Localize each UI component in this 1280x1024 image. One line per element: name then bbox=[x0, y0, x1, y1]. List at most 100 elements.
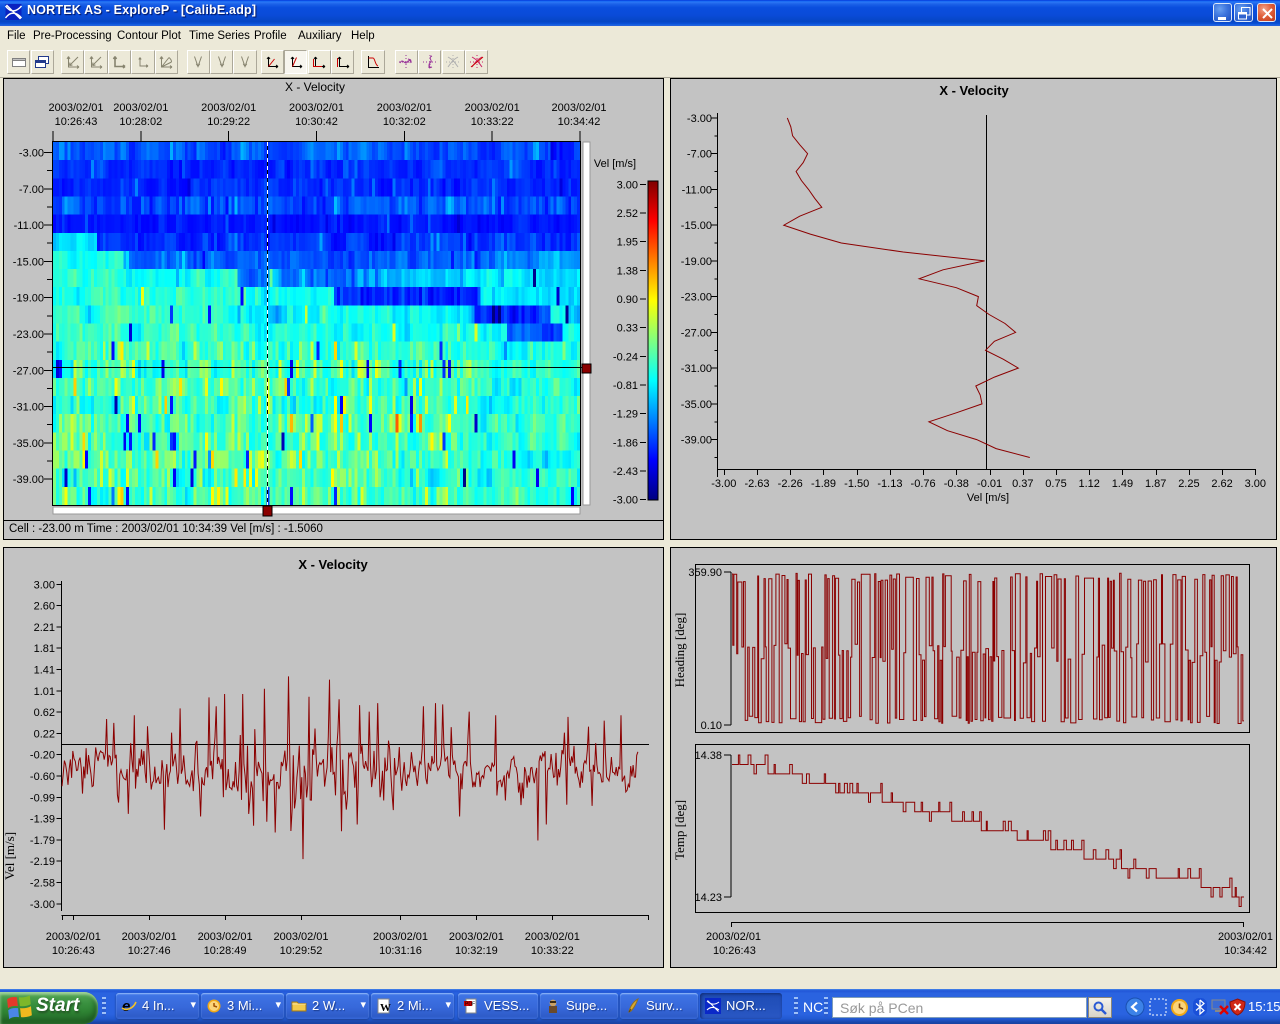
svg-text:-1.50: -1.50 bbox=[844, 478, 869, 490]
svg-text:-31.00: -31.00 bbox=[681, 363, 712, 375]
svg-text:-3.00: -3.00 bbox=[687, 113, 712, 125]
svg-text:2.25: 2.25 bbox=[1178, 478, 1199, 490]
svg-text:2003/02/01: 2003/02/01 bbox=[122, 931, 177, 943]
svg-text:1.81: 1.81 bbox=[34, 643, 55, 655]
svg-text:-0.38: -0.38 bbox=[944, 478, 969, 490]
svg-text:14.23: 14.23 bbox=[694, 892, 722, 904]
svg-text:X - Velocity: X - Velocity bbox=[939, 83, 1009, 98]
svg-text:2003/02/01: 2003/02/01 bbox=[201, 102, 256, 114]
svg-text:10:34:42: 10:34:42 bbox=[1224, 945, 1267, 957]
svg-text:2.62: 2.62 bbox=[1211, 478, 1232, 490]
svg-text:2.21: 2.21 bbox=[34, 622, 55, 634]
svg-text:0.33: 0.33 bbox=[617, 323, 638, 335]
svg-text:-19.00: -19.00 bbox=[13, 293, 44, 305]
svg-text:2003/02/01: 2003/02/01 bbox=[551, 102, 606, 114]
svg-text:10:26:43: 10:26:43 bbox=[52, 945, 95, 957]
svg-text:-0.60: -0.60 bbox=[30, 771, 55, 783]
svg-text:-3.00: -3.00 bbox=[30, 899, 55, 911]
svg-text:2003/02/01: 2003/02/01 bbox=[449, 931, 504, 943]
svg-text:-0.20: -0.20 bbox=[30, 750, 55, 762]
svg-text:-7.00: -7.00 bbox=[687, 149, 712, 161]
svg-text:10:32:02: 10:32:02 bbox=[383, 116, 426, 128]
svg-text:-11.00: -11.00 bbox=[14, 220, 44, 232]
svg-text:Vel [m/s]: Vel [m/s] bbox=[594, 158, 636, 170]
svg-text:-39.00: -39.00 bbox=[681, 435, 712, 447]
svg-text:Vel [m/s]: Vel [m/s] bbox=[967, 492, 1009, 504]
svg-text:Vel [m/s]: Vel [m/s] bbox=[2, 832, 17, 880]
svg-text:10:29:52: 10:29:52 bbox=[280, 945, 323, 957]
svg-text:-0.01: -0.01 bbox=[977, 478, 1002, 490]
svg-text:1.87: 1.87 bbox=[1145, 478, 1166, 490]
svg-text:e: e bbox=[122, 998, 130, 1014]
svg-text:-2.26: -2.26 bbox=[778, 478, 803, 490]
svg-text:-19.00: -19.00 bbox=[681, 256, 712, 268]
svg-text:10:28:02: 10:28:02 bbox=[119, 116, 162, 128]
svg-text:-2.19: -2.19 bbox=[30, 856, 55, 868]
svg-text:10:29:22: 10:29:22 bbox=[207, 116, 250, 128]
svg-text:2003/02/01: 2003/02/01 bbox=[1218, 931, 1273, 943]
svg-text:-3.00: -3.00 bbox=[613, 495, 638, 507]
svg-text:2003/02/01: 2003/02/01 bbox=[198, 931, 253, 943]
svg-text:-35.00: -35.00 bbox=[681, 399, 712, 411]
svg-text:-0.99: -0.99 bbox=[30, 792, 55, 804]
svg-text:Temp [deg]: Temp [deg] bbox=[672, 800, 687, 860]
svg-text:Cell : -23.00 m Time : 2003/02: Cell : -23.00 m Time : 2003/02/01 10:34:… bbox=[9, 523, 323, 535]
svg-text:10:33:22: 10:33:22 bbox=[471, 116, 514, 128]
svg-text:2003/02/01: 2003/02/01 bbox=[465, 102, 520, 114]
svg-text:0.90: 0.90 bbox=[617, 294, 638, 306]
svg-text:-7.00: -7.00 bbox=[19, 184, 44, 196]
svg-text:W: W bbox=[380, 1002, 391, 1014]
svg-text:-35.00: -35.00 bbox=[13, 438, 44, 450]
svg-text:2003/02/01: 2003/02/01 bbox=[48, 102, 103, 114]
svg-text:-1.29: -1.29 bbox=[613, 409, 638, 421]
svg-text:10:28:49: 10:28:49 bbox=[204, 945, 247, 957]
svg-text:-1.89: -1.89 bbox=[811, 478, 836, 490]
svg-text:-23.00: -23.00 bbox=[13, 329, 44, 341]
svg-text:0.10: 0.10 bbox=[701, 720, 722, 732]
svg-text:359.90: 359.90 bbox=[688, 567, 722, 579]
svg-text:2003/02/01: 2003/02/01 bbox=[377, 102, 432, 114]
svg-text:1.41: 1.41 bbox=[34, 665, 55, 677]
svg-text:2003/02/01: 2003/02/01 bbox=[373, 931, 428, 943]
svg-text:1.95: 1.95 bbox=[617, 237, 638, 249]
svg-text:2003/02/01: 2003/02/01 bbox=[46, 931, 101, 943]
svg-text:-2.58: -2.58 bbox=[30, 878, 55, 890]
svg-text:2.60: 2.60 bbox=[34, 601, 55, 613]
svg-text:-1.79: -1.79 bbox=[30, 835, 55, 847]
svg-text:2003/02/01: 2003/02/01 bbox=[289, 102, 344, 114]
svg-text:3.00: 3.00 bbox=[34, 579, 55, 591]
svg-text:10:27:46: 10:27:46 bbox=[128, 945, 171, 957]
svg-text:1.01: 1.01 bbox=[34, 686, 55, 698]
svg-text:10:34:42: 10:34:42 bbox=[558, 116, 601, 128]
svg-text:-39.00: -39.00 bbox=[13, 474, 44, 486]
svg-text:14.38: 14.38 bbox=[694, 750, 722, 762]
svg-text:-15.00: -15.00 bbox=[681, 220, 712, 232]
svg-text:10:32:19: 10:32:19 bbox=[455, 945, 498, 957]
svg-text:2.52: 2.52 bbox=[617, 208, 638, 220]
svg-text:PDF: PDF bbox=[465, 1002, 475, 1008]
svg-text:-11.00: -11.00 bbox=[682, 184, 712, 196]
svg-text:-27.00: -27.00 bbox=[681, 327, 712, 339]
svg-text:1.38: 1.38 bbox=[617, 265, 638, 277]
svg-text:-0.76: -0.76 bbox=[911, 478, 936, 490]
svg-text:-2.43: -2.43 bbox=[613, 466, 638, 478]
svg-text:10:31:16: 10:31:16 bbox=[379, 945, 422, 957]
svg-text:2003/02/01: 2003/02/01 bbox=[113, 102, 168, 114]
svg-text:-0.24: -0.24 bbox=[613, 351, 638, 363]
svg-text:1.49: 1.49 bbox=[1112, 478, 1133, 490]
svg-text:2003/02/01: 2003/02/01 bbox=[706, 931, 761, 943]
svg-text:-31.00: -31.00 bbox=[13, 402, 44, 414]
svg-text:-23.00: -23.00 bbox=[681, 292, 712, 304]
svg-text:10:30:42: 10:30:42 bbox=[295, 116, 338, 128]
svg-text:-1.39: -1.39 bbox=[30, 814, 55, 826]
svg-text:-15.00: -15.00 bbox=[13, 256, 44, 268]
svg-text:10:26:43: 10:26:43 bbox=[55, 116, 98, 128]
svg-text:0.62: 0.62 bbox=[34, 707, 55, 719]
svg-text:0.22: 0.22 bbox=[34, 728, 55, 740]
svg-text:-27.00: -27.00 bbox=[13, 365, 44, 377]
svg-text:3.00: 3.00 bbox=[1245, 478, 1266, 490]
svg-text:0.75: 0.75 bbox=[1045, 478, 1066, 490]
svg-text:-3.00: -3.00 bbox=[711, 478, 736, 490]
svg-text:2003/02/01: 2003/02/01 bbox=[273, 931, 328, 943]
svg-text:-3.00: -3.00 bbox=[19, 148, 44, 160]
